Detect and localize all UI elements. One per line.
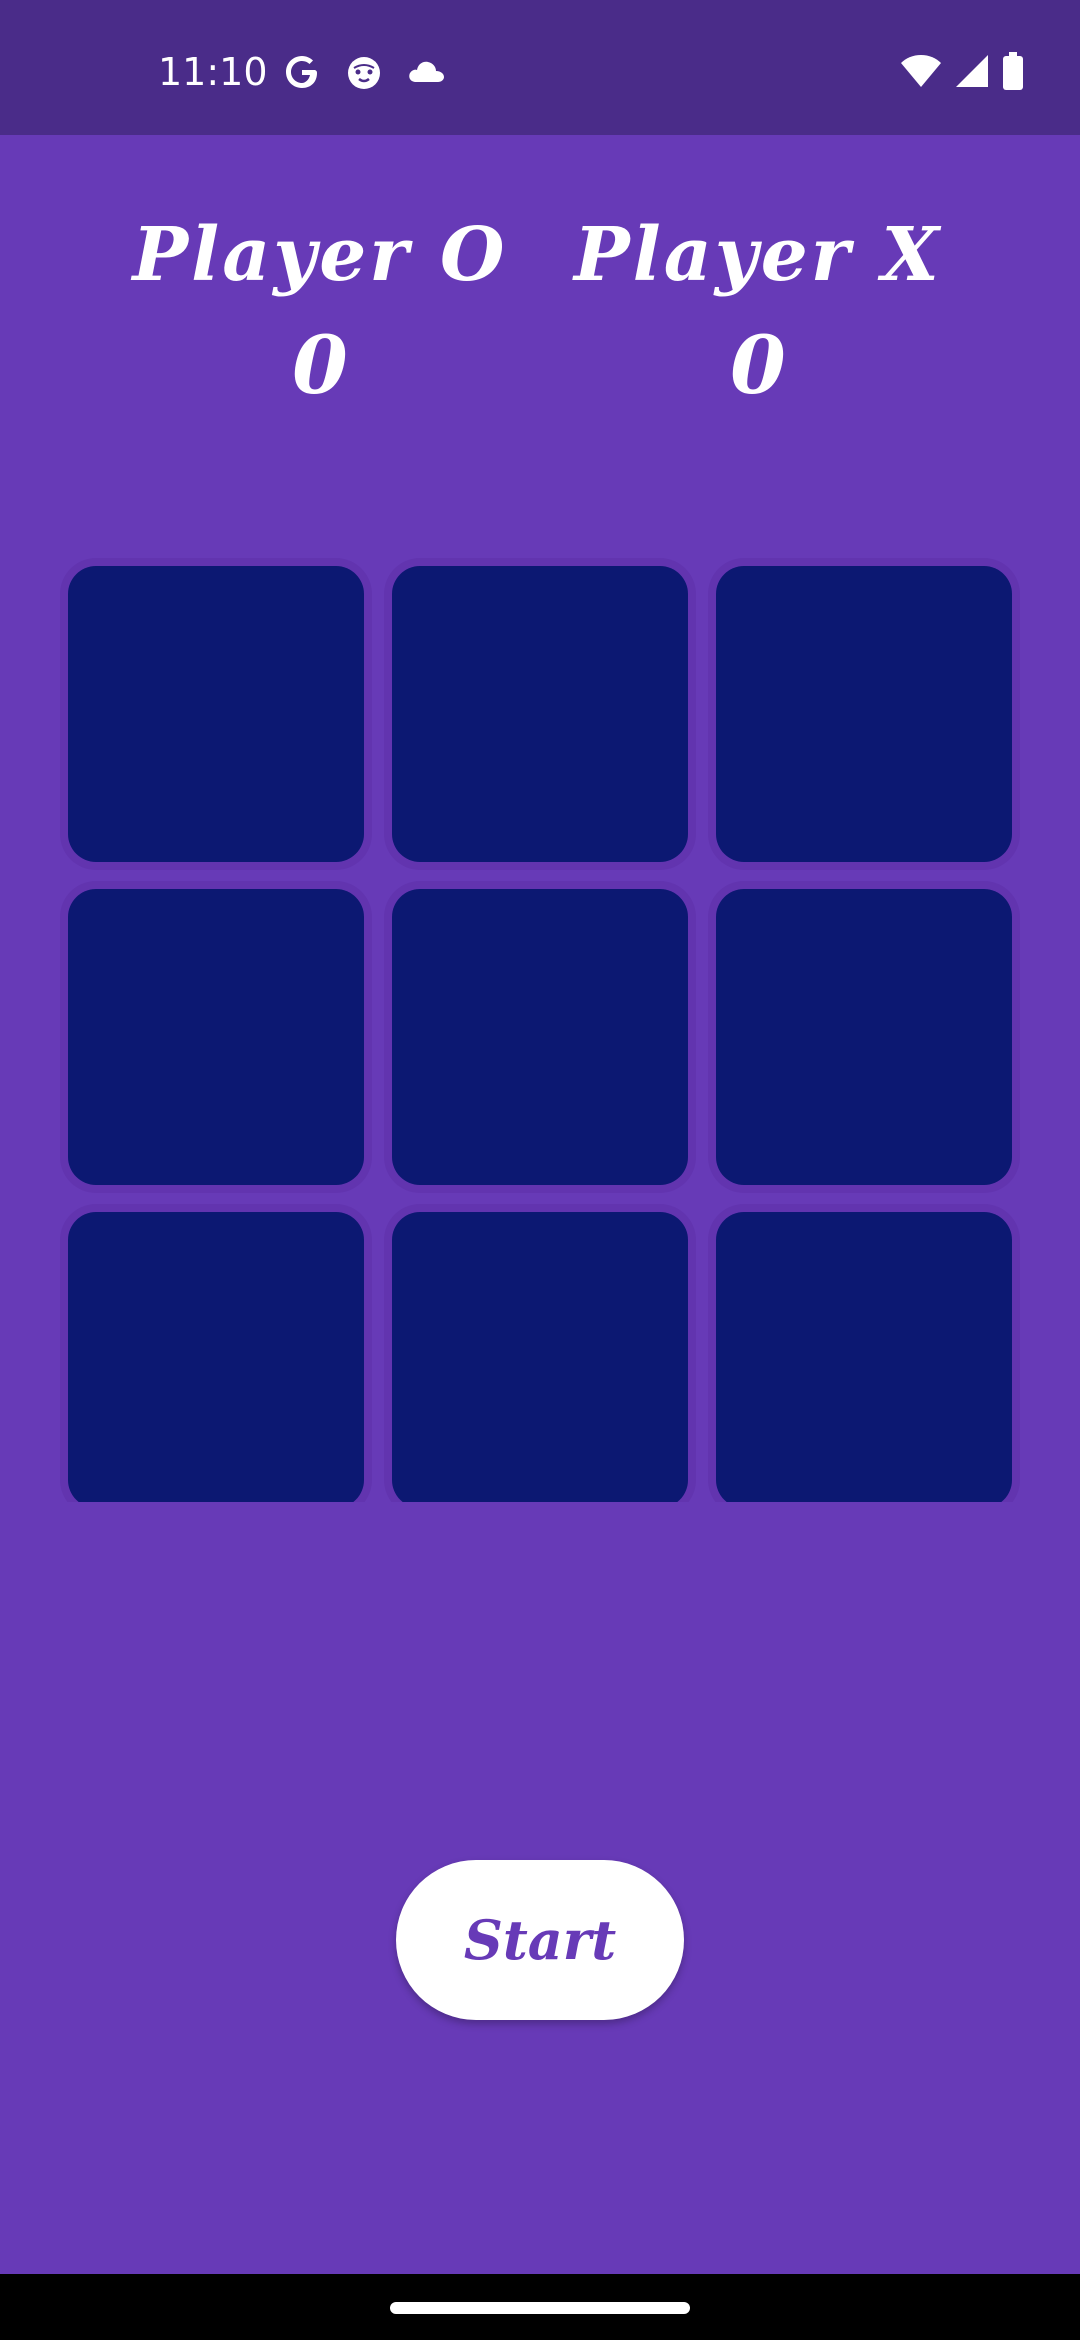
game-board — [54, 552, 1034, 1502]
cat-face-icon — [348, 57, 380, 89]
battery-icon — [1003, 52, 1023, 90]
board-cell-4[interactable] — [68, 889, 364, 1185]
player-o-label: Player O — [132, 212, 508, 298]
player-o-scoreboard: Player O 0 — [120, 200, 520, 420]
board-cell-9[interactable] — [716, 1212, 1012, 1502]
status-system-icons — [900, 52, 1024, 90]
start-button[interactable]: Start — [396, 1860, 684, 2020]
player-x-scoreboard: Player X 0 — [558, 200, 958, 420]
cell-signal-icon — [956, 55, 988, 87]
status-bar: 11:10 — [0, 0, 1080, 135]
player-o-score: 0 — [292, 318, 348, 412]
google-icon — [286, 56, 317, 88]
board-cell-1[interactable] — [68, 566, 364, 862]
status-time: 11:10 — [158, 50, 268, 94]
board-cell-8[interactable] — [392, 1212, 688, 1502]
player-x-score: 0 — [730, 318, 786, 412]
navigation-bar — [0, 2274, 1080, 2340]
board-cell-2[interactable] — [392, 566, 688, 862]
board-cell-7[interactable] — [68, 1212, 364, 1502]
board-cell-5[interactable] — [392, 889, 688, 1185]
cloud-icon — [409, 61, 444, 82]
status-notification-icons — [282, 52, 448, 92]
board-cell-6[interactable] — [716, 889, 1012, 1185]
board-cell-3[interactable] — [716, 566, 1012, 862]
home-indicator[interactable] — [390, 2302, 690, 2314]
wifi-icon — [901, 55, 941, 87]
player-x-label: Player X — [574, 212, 942, 298]
